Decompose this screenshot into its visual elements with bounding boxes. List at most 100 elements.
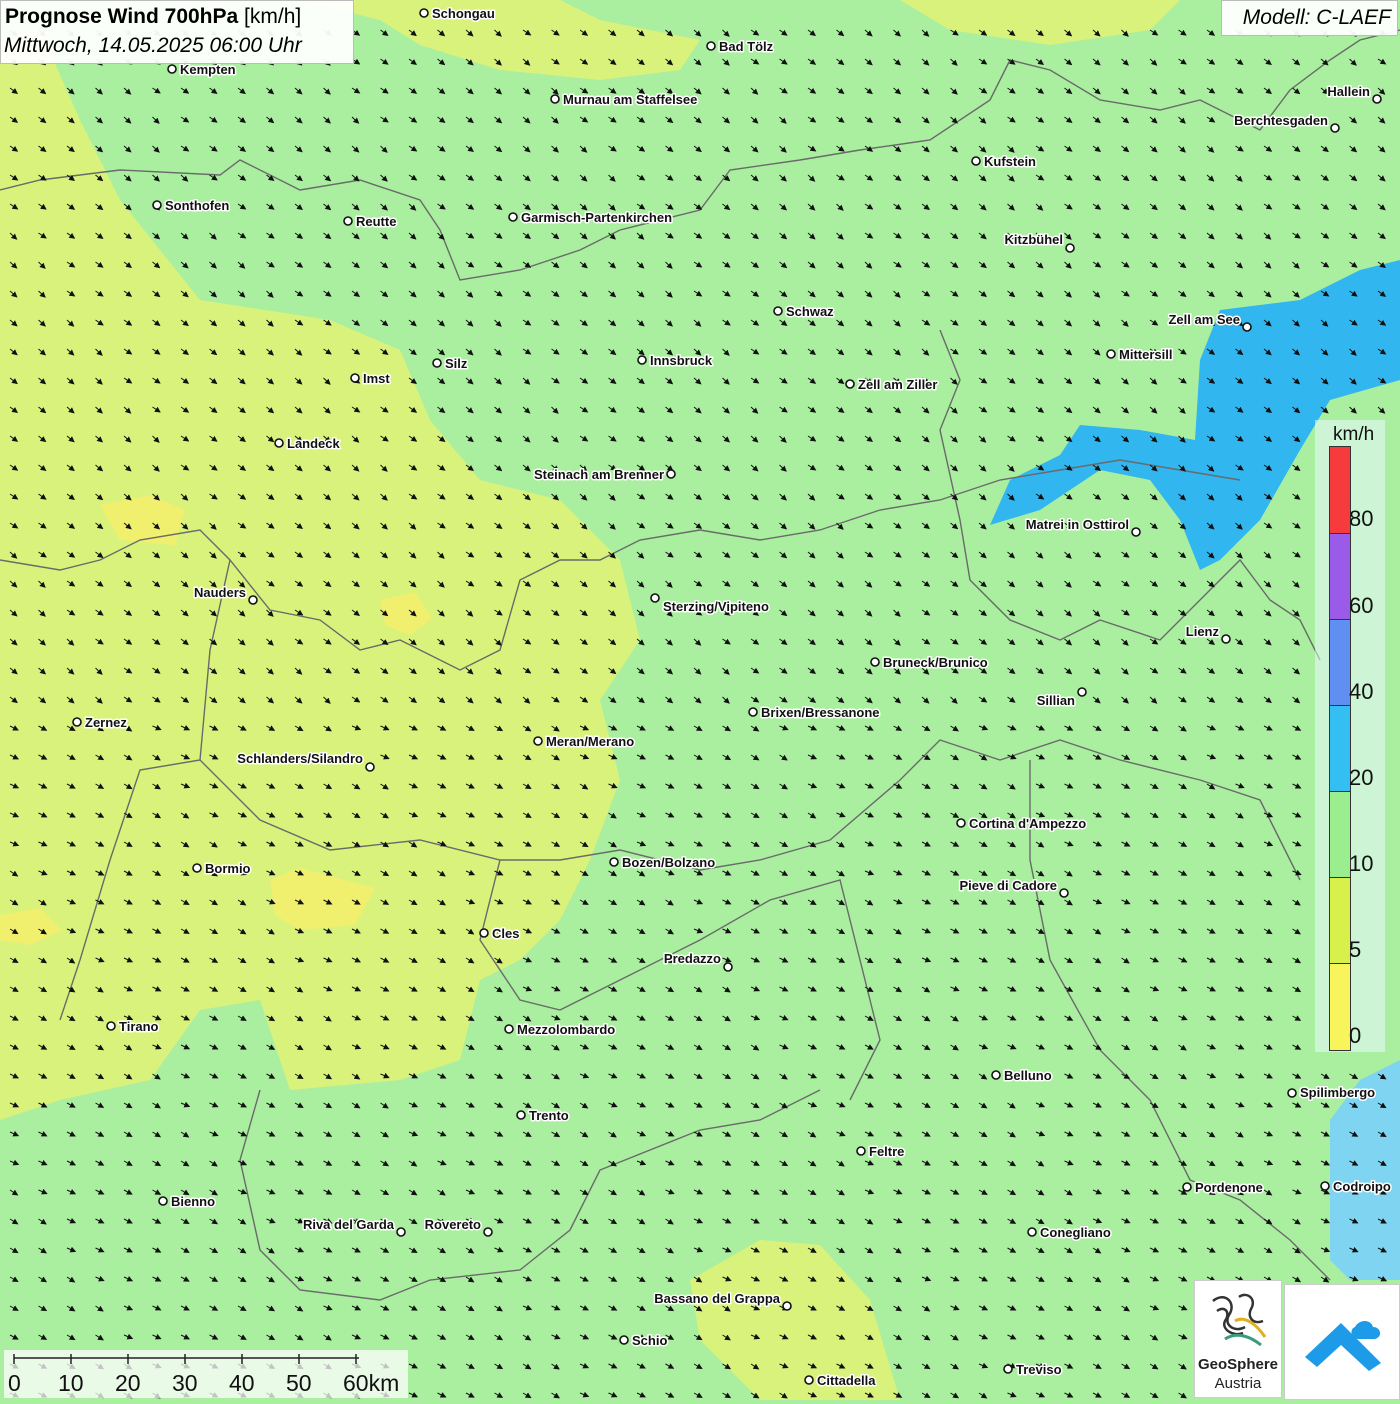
city-label: Bozen/Bolzano <box>622 855 715 870</box>
scale-tick-50: 50 <box>286 1370 312 1396</box>
city-dot <box>533 736 543 746</box>
city-dot <box>106 1021 116 1031</box>
city-label: Rovereto <box>425 1217 481 1232</box>
scale-tick-30: 30 <box>172 1370 198 1396</box>
city-dot <box>971 156 981 166</box>
legend-swatch-20 <box>1329 705 1351 793</box>
forecast-datetime: Mittwoch, 14.05.2025 06:00 Uhr <box>4 34 302 57</box>
city-dot <box>1065 243 1075 253</box>
legend-swatch-0 <box>1329 963 1351 1051</box>
city-dot <box>991 1070 1001 1080</box>
city-label: Schlanders/Silandro <box>237 751 363 766</box>
city-dot <box>508 212 518 222</box>
city-dot <box>248 595 258 605</box>
city-label: Silz <box>445 356 468 371</box>
city-dot <box>650 593 660 603</box>
city-dot <box>274 438 284 448</box>
city-label: Mittersill <box>1119 347 1172 362</box>
city-label: Murnau am Staffelsee <box>563 92 697 107</box>
legend-swatch-60 <box>1329 533 1351 621</box>
city-dot <box>666 469 676 479</box>
city-label: Innsbruck <box>650 353 713 368</box>
city-dot <box>723 962 733 972</box>
geosphere-logo-name: GeoSphere <box>1197 1356 1279 1373</box>
city-label: Sterzing/Vipiteno <box>663 599 769 614</box>
city-label: Hallein <box>1327 84 1370 99</box>
city-label: Belluno <box>1004 1068 1052 1083</box>
legend-unit: km/h <box>1333 424 1375 445</box>
city-dot <box>1320 1181 1330 1191</box>
city-label: Bad Tölz <box>719 39 774 54</box>
city-dot <box>1059 888 1069 898</box>
city-dot <box>483 1227 493 1237</box>
city-dot <box>782 1301 792 1311</box>
city-dot <box>419 8 429 18</box>
scale-bar: 0 10 20 30 40 50 60km <box>4 1350 408 1398</box>
city-dot <box>396 1227 406 1237</box>
city-label: Sonthofen <box>165 198 229 213</box>
legend-swatch-40 <box>1329 619 1351 707</box>
city-dot <box>550 94 560 104</box>
geosphere-logo[interactable]: GeoSphere Austria <box>1194 1280 1282 1398</box>
city-label: Cittadella <box>817 1373 876 1388</box>
city-label: Kempten <box>180 62 236 77</box>
mountain-cloud-icon <box>1305 1321 1381 1371</box>
city-label: Sillian <box>1037 693 1075 708</box>
city-label: Kitzbühel <box>1005 232 1064 247</box>
city-dot <box>365 762 375 772</box>
city-dot <box>845 379 855 389</box>
city-dot <box>158 1196 168 1206</box>
city-dot <box>432 358 442 368</box>
city-dot <box>192 863 202 873</box>
legend-tick-0: 0 <box>1349 1023 1362 1048</box>
title-unit: [km/h] <box>244 5 302 28</box>
city-dot <box>609 857 619 867</box>
city-dot <box>706 41 716 51</box>
legend-swatch-5 <box>1329 877 1351 965</box>
city-label: Tirano <box>119 1019 159 1034</box>
city-dot <box>773 306 783 316</box>
city-dot <box>956 818 966 828</box>
city-label: Cortina d'Ampezzo <box>969 816 1086 831</box>
city-label: Matrei in Osttirol <box>1026 517 1129 532</box>
city-dot <box>1077 687 1087 697</box>
city-label: Zell am Ziller <box>858 377 937 392</box>
city-dot <box>1372 94 1382 104</box>
city-dot <box>350 373 360 383</box>
city-dot <box>1242 322 1252 332</box>
city-label: Zell am See <box>1168 312 1240 327</box>
model-name: Modell: C-LAEF <box>1242 6 1391 29</box>
map-title: Prognose Wind 700hPa [km/h] <box>5 5 301 29</box>
city-label: Garmisch-Partenkirchen <box>521 210 672 225</box>
model-box: Modell: C-LAEF <box>1221 0 1398 36</box>
city-label: Steinach am Brenner <box>534 467 664 482</box>
city-dot <box>479 928 489 938</box>
legend-tick-40: 40 <box>1349 679 1374 704</box>
weather-app-logo[interactable] <box>1284 1284 1400 1400</box>
city-label: Landeck <box>287 436 341 451</box>
city-dot <box>1027 1227 1037 1237</box>
city-dot <box>516 1110 526 1120</box>
city-label: Feltre <box>869 1144 904 1159</box>
scale-tick-20: 20 <box>115 1370 141 1396</box>
scale-tick-10: 10 <box>58 1370 84 1396</box>
geosphere-emblem-icon <box>1212 1293 1267 1347</box>
scale-tick-0: 0 <box>8 1370 21 1396</box>
city-label: Cles <box>492 926 519 941</box>
city-label: Bienno <box>171 1194 215 1209</box>
city-label: Schongau <box>432 6 495 21</box>
city-label: Imst <box>363 371 390 386</box>
city-label: Reutte <box>356 214 396 229</box>
city-dot <box>1182 1182 1192 1192</box>
city-label: Treviso <box>1016 1362 1062 1377</box>
legend-swatch-10 <box>1329 791 1351 879</box>
city-label: Nauders <box>194 585 246 600</box>
title-box: Prognose Wind 700hPa [km/h] Mittwoch, 14… <box>0 0 354 64</box>
city-label: Conegliano <box>1040 1225 1111 1240</box>
city-dot <box>804 1375 814 1385</box>
city-label: Predazzo <box>664 951 721 966</box>
legend-tick-60: 60 <box>1349 593 1374 618</box>
wind-forecast-map[interactable]: Schongau Bad Tölz Kempten Murnau am Staffel… <box>0 0 1400 1400</box>
title-main: Prognose Wind 700hPa <box>5 5 239 28</box>
city-label: Bassano del Grappa <box>654 1291 780 1306</box>
